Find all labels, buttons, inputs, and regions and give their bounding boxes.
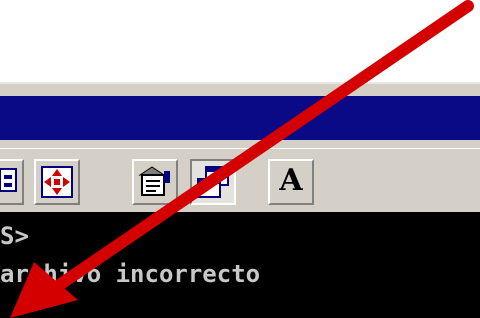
font-icon: A [279, 163, 303, 198]
window-frame-inner [0, 140, 480, 148]
console-prompt: S> [0, 222, 29, 250]
title-bar[interactable] [0, 96, 480, 140]
move-icon [41, 166, 73, 198]
font-button[interactable]: A [268, 159, 314, 205]
page-background [0, 0, 480, 82]
properties-sheet-icon [138, 166, 170, 196]
toolbar: A [0, 148, 480, 212]
console-output[interactable]: S> archivo incorrecto [0, 212, 480, 318]
window-frame [0, 82, 480, 96]
console-error-message: archivo incorrecto [0, 260, 261, 288]
restore-window-icon [197, 166, 229, 198]
properties-icon [0, 168, 17, 192]
properties-button[interactable] [0, 159, 24, 205]
restore-window-button[interactable] [190, 159, 236, 205]
move-button[interactable] [34, 159, 80, 205]
properties-sheet-button[interactable] [132, 159, 178, 205]
